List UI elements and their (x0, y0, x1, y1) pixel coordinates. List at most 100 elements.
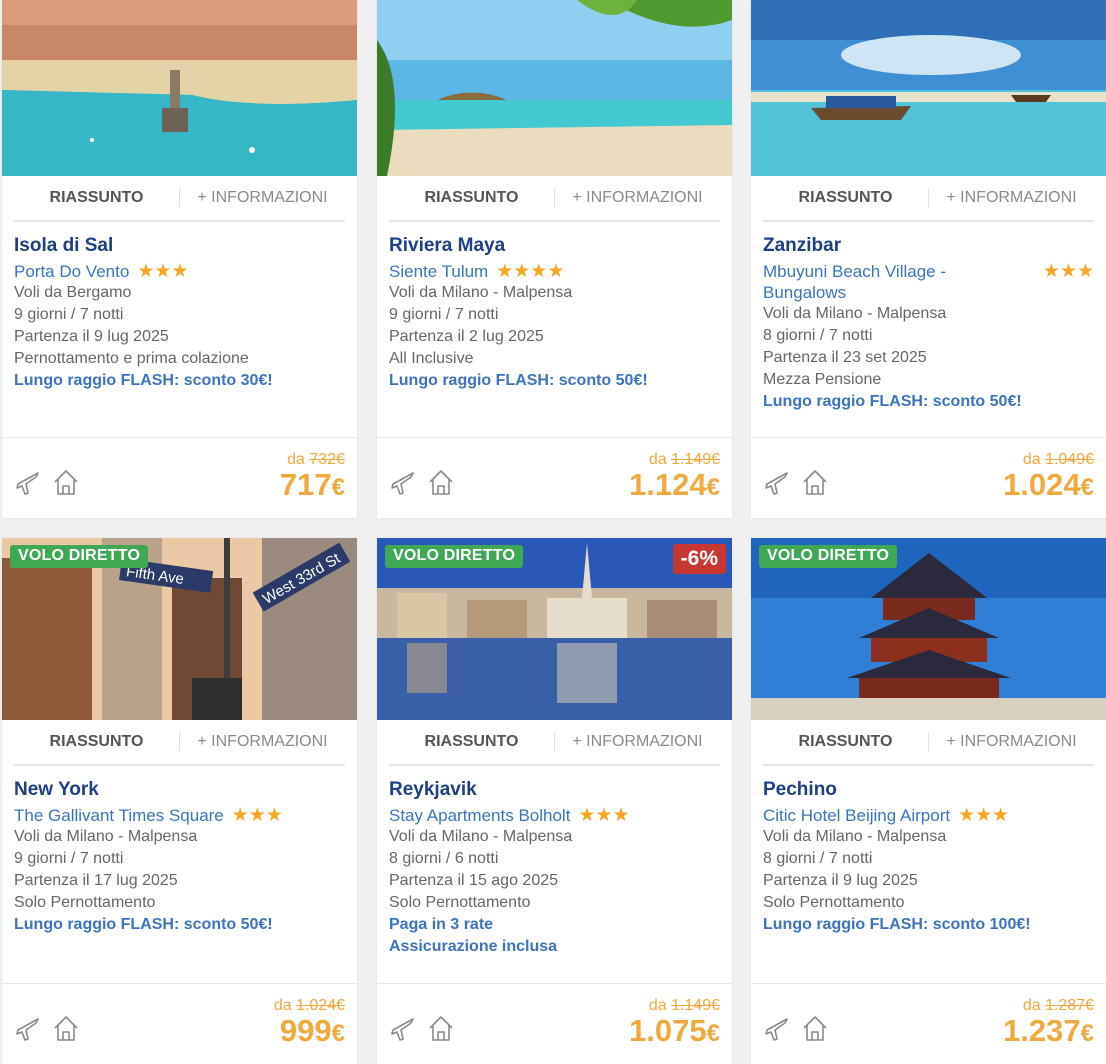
departure-date: Partenza il 2 lug 2025 (389, 328, 544, 345)
card-tabs: RIASSUNTO + INFORMAZIONI (14, 176, 345, 222)
departure-info: Voli da Milano - Malpensa (763, 305, 947, 322)
old-price: 1.149€ (671, 451, 720, 468)
current-price[interactable]: 999€ (274, 1015, 345, 1050)
hotel-name-link[interactable]: Citic Hotel Beijing Airport (763, 805, 950, 826)
flight-icon (389, 1014, 417, 1042)
offer-card[interactable]: RIASSUNTO + INFORMAZIONI Isola di Sal Po… (2, 0, 357, 518)
current-price[interactable]: 717€ (280, 469, 345, 504)
destination-title[interactable]: Reykjavik (389, 779, 720, 801)
current-price[interactable]: 1.024€ (1003, 469, 1094, 504)
current-price[interactable]: 1.124€ (629, 469, 720, 504)
star-rating: ★★★★ (496, 261, 565, 282)
flight-icon (14, 1014, 42, 1042)
current-price[interactable]: 1.075€ (629, 1015, 720, 1050)
currency-symbol: € (1080, 474, 1094, 501)
departure-info: Voli da Milano - Malpensa (389, 284, 573, 301)
destination-title[interactable]: Pechino (763, 779, 1094, 801)
destination-title[interactable]: Isola di Sal (14, 235, 345, 257)
hotel-icon (427, 468, 455, 496)
price-prefix: da (1022, 451, 1041, 468)
old-price: 1.287€ (1045, 997, 1094, 1014)
promo-text: Lungo raggio FLASH: sconto 50€! (389, 372, 648, 389)
destination-photo[interactable] (377, 0, 732, 176)
destination-title[interactable]: Riviera Maya (389, 235, 720, 257)
board-type: Solo Pernottamento (14, 894, 156, 911)
tab-summary[interactable]: RIASSUNTO (389, 189, 555, 207)
price-prefix: da (648, 997, 667, 1014)
card-footer: da 1.149€ 1.124€ (377, 437, 732, 518)
departure-date: Partenza il 17 lug 2025 (14, 872, 178, 889)
destination-photo[interactable]: VOLO DIRETTO (751, 538, 1106, 720)
offer-card[interactable]: RIASSUNTO + INFORMAZIONI Zanzibar Mbuyun… (751, 0, 1106, 518)
currency-symbol: € (706, 1020, 720, 1047)
card-tabs: RIASSUNTO + INFORMAZIONI (389, 720, 720, 766)
card-footer: da 1.024€ 999€ (2, 983, 357, 1064)
tab-more-info[interactable]: + INFORMAZIONI (555, 733, 720, 751)
tab-summary[interactable]: RIASSUNTO (14, 733, 180, 751)
direct-flight-badge: VOLO DIRETTO (385, 545, 524, 568)
departure-date: Partenza il 9 lug 2025 (14, 328, 169, 345)
destination-photo[interactable]: VOLO DIRETTO -6% (377, 538, 732, 720)
price-value: 717 (279, 467, 332, 502)
discount-badge: -6% (672, 544, 726, 574)
duration-info: 9 giorni / 7 notti (389, 306, 499, 323)
tab-more-info[interactable]: + INFORMAZIONI (929, 189, 1094, 207)
card-tabs: RIASSUNTO + INFORMAZIONI (763, 720, 1094, 766)
duration-info: 8 giorni / 7 notti (763, 850, 873, 867)
old-price: 1.024€ (296, 997, 345, 1014)
hotel-icon (52, 468, 80, 496)
departure-date: Partenza il 15 ago 2025 (389, 872, 559, 889)
promo-text: Lungo raggio FLASH: sconto 100€! (763, 916, 1031, 933)
price-prefix: da (287, 451, 305, 468)
tab-summary[interactable]: RIASSUNTO (763, 733, 929, 751)
destination-title[interactable]: Zanzibar (763, 235, 1094, 257)
card-footer: da 732€ 717€ (2, 437, 357, 518)
price-value: 1.075 (629, 1013, 707, 1048)
departure-date: Partenza il 23 set 2025 (763, 349, 927, 366)
star-rating: ★★★ (578, 805, 630, 826)
star-rating: ★★★ (231, 805, 283, 826)
board-type: Solo Pernottamento (389, 894, 531, 911)
tab-more-info[interactable]: + INFORMAZIONI (929, 733, 1094, 751)
currency-symbol: € (331, 474, 345, 501)
current-price[interactable]: 1.237€ (1003, 1015, 1094, 1050)
tab-summary[interactable]: RIASSUNTO (14, 189, 180, 207)
hotel-name-link[interactable]: Stay Apartments Bolholt (389, 805, 570, 826)
departure-info: Voli da Milano - Malpensa (763, 828, 947, 845)
old-price: 732€ (309, 451, 345, 468)
destination-photo[interactable]: Fifth Ave West 33rd St VOLO DIRETTO (2, 538, 357, 720)
old-price: 1.149€ (671, 997, 720, 1014)
destination-photo[interactable] (751, 0, 1106, 176)
board-type: Solo Pernottamento (763, 894, 905, 911)
price-value: 1.237 (1003, 1013, 1081, 1048)
offer-card[interactable]: RIASSUNTO + INFORMAZIONI Riviera Maya Si… (377, 0, 732, 518)
duration-info: 8 giorni / 7 notti (763, 327, 873, 344)
hotel-icon (801, 468, 829, 496)
flight-icon (14, 468, 42, 496)
board-type: Mezza Pensione (763, 371, 882, 388)
price-value: 1.124 (629, 467, 707, 502)
duration-info: 8 giorni / 6 notti (389, 850, 499, 867)
old-price: 1.049€ (1045, 451, 1094, 468)
star-rating: ★★★ (137, 261, 189, 282)
tab-more-info[interactable]: + INFORMAZIONI (555, 189, 720, 207)
hotel-name-link[interactable]: Siente Tulum (389, 261, 488, 282)
destination-photo[interactable] (2, 0, 357, 176)
tab-more-info[interactable]: + INFORMAZIONI (180, 189, 345, 207)
card-tabs: RIASSUNTO + INFORMAZIONI (763, 176, 1094, 222)
hotel-name-link[interactable]: Mbuyuni Beach Village - Bungalows (763, 261, 993, 303)
direct-flight-badge: VOLO DIRETTO (10, 545, 149, 568)
departure-info: Voli da Milano - Malpensa (389, 828, 573, 845)
departure-info: Voli da Bergamo (14, 284, 132, 301)
hotel-name-link[interactable]: The Gallivant Times Square (14, 805, 224, 826)
destination-title[interactable]: New York (14, 779, 345, 801)
offer-card[interactable]: Fifth Ave West 33rd St VOLO DIRETTO RIAS… (2, 538, 357, 1064)
hotel-icon (427, 1014, 455, 1042)
tab-summary[interactable]: RIASSUNTO (763, 189, 929, 207)
hotel-name-link[interactable]: Porta Do Vento (14, 261, 129, 282)
tab-summary[interactable]: RIASSUNTO (389, 733, 555, 751)
promo-text: Paga in 3 rate (389, 916, 494, 933)
tab-more-info[interactable]: + INFORMAZIONI (180, 733, 345, 751)
offer-card[interactable]: VOLO DIRETTO -6% RIASSUNTO + INFORMAZION… (377, 538, 732, 1064)
offer-card[interactable]: VOLO DIRETTO RIASSUNTO + INFORMAZIONI Pe… (751, 538, 1106, 1064)
